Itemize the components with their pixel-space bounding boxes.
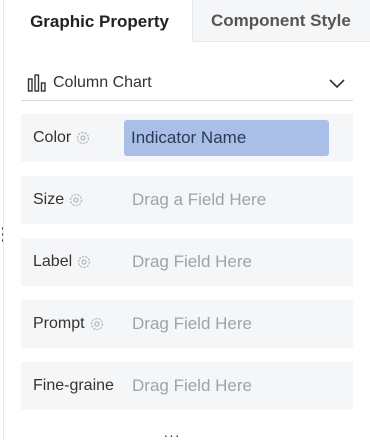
tab-graphic-property[interactable]: Graphic Property	[7, 0, 192, 43]
field-row-size: Size Drag a Field Here	[21, 176, 353, 224]
field-label-text: Label	[33, 253, 73, 270]
field-label-text: Fine-graine	[33, 377, 114, 394]
bottom-resize-handle[interactable]: ···	[160, 428, 184, 442]
drop-zone-placeholder[interactable]: Drag Field Here	[132, 376, 252, 396]
field-label: Fine-graine	[33, 377, 120, 395]
field-row-label: Label Drag Field Here	[21, 238, 353, 286]
column-chart-icon	[27, 74, 47, 92]
field-chip-indicator-name[interactable]: Indicator Name	[124, 120, 329, 156]
field-row-fine-grained: Fine-graine Drag Field Here	[21, 362, 353, 410]
tab-bar: Graphic Property Component Style	[7, 0, 370, 43]
field-label-text: Size	[33, 191, 65, 208]
chart-type-select[interactable]: Column Chart	[21, 66, 353, 101]
drop-zone-placeholder[interactable]: Drag a Field Here	[132, 190, 266, 210]
field-label: Label	[33, 253, 92, 271]
field-label: Prompt	[33, 315, 105, 333]
gear-icon[interactable]	[75, 130, 91, 146]
gear-icon[interactable]	[76, 254, 92, 270]
field-label: Size	[33, 191, 84, 209]
chart-type-label: Column Chart	[53, 74, 152, 91]
tab-component-style[interactable]: Component Style	[192, 0, 370, 42]
drop-zone-placeholder[interactable]: Drag Field Here	[132, 252, 252, 272]
field-row-prompt: Prompt Drag Field Here	[21, 300, 353, 348]
field-label: Color	[33, 129, 91, 147]
field-row-color: Color Indicator Name	[21, 114, 353, 162]
field-label-text: Color	[33, 129, 72, 146]
drop-zone-placeholder[interactable]: Drag Field Here	[132, 314, 252, 334]
field-label-text: Prompt	[33, 315, 85, 332]
gear-icon[interactable]	[68, 192, 84, 208]
gear-icon[interactable]	[89, 316, 105, 332]
chevron-down-icon	[329, 76, 345, 94]
